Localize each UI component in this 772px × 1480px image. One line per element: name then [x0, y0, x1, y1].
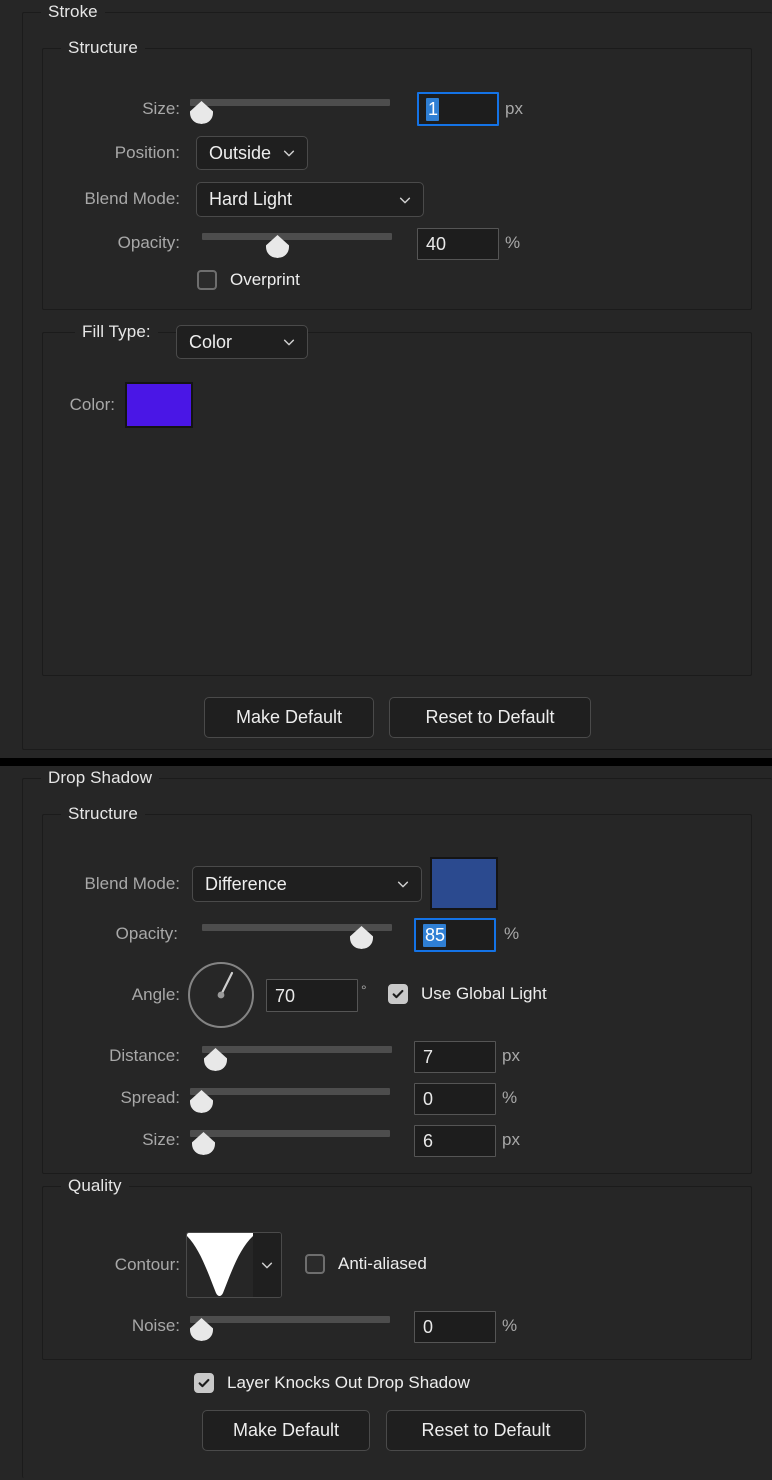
chevron-down-icon — [397, 192, 413, 208]
stroke-make-default-button[interactable]: Make Default — [204, 697, 374, 738]
ds-opacity-slider[interactable] — [202, 922, 392, 949]
stroke-opacity-input[interactable]: 40 — [417, 228, 499, 260]
stroke-opacity-unit: % — [505, 233, 521, 252]
ds-noise-value: 0 — [423, 1317, 434, 1337]
ds-angle-dial[interactable] — [188, 962, 254, 1028]
ds-opacity-value: 85 — [423, 923, 447, 947]
chevron-down-icon — [281, 334, 297, 350]
ds-distance-value: 7 — [423, 1047, 434, 1067]
stroke-size-label: Size: — [142, 99, 180, 118]
stroke-position-value: Outside — [209, 142, 272, 163]
slider-track — [202, 233, 392, 240]
fill-type-label: Fill Type: — [75, 322, 158, 342]
ds-spread-value: 0 — [423, 1089, 434, 1109]
stroke-blend-mode-label: Blend Mode: — [84, 189, 180, 208]
ds-spread-slider[interactable] — [190, 1086, 390, 1113]
ds-blend-mode-dropdown[interactable]: Difference — [192, 866, 422, 902]
slider-track — [190, 1130, 390, 1137]
stroke-position-label: Position: — [114, 143, 180, 162]
stroke-position-dropdown[interactable]: Outside — [196, 136, 308, 170]
ds-distance-unit: px — [502, 1046, 520, 1065]
ds-size-slider[interactable] — [190, 1128, 390, 1155]
ds-reset-to-default-button[interactable]: Reset to Default — [386, 1410, 586, 1451]
ds-shadow-color-swatch[interactable] — [430, 857, 498, 910]
ds-contour-label: Contour: — [114, 1255, 180, 1274]
overprint-checkbox-row[interactable]: Overprint — [197, 270, 300, 290]
stroke-opacity-value: 40 — [426, 234, 447, 254]
slider-track — [190, 1088, 390, 1095]
anti-aliased-label: Anti-aliased — [338, 1254, 427, 1273]
ds-distance-input[interactable]: 7 — [414, 1041, 496, 1073]
overprint-checkbox[interactable] — [197, 270, 217, 290]
ds-angle-label: Angle: — [131, 985, 180, 1004]
stroke-size-unit: px — [505, 99, 523, 118]
fill-color-swatch[interactable] — [125, 382, 193, 428]
stroke-opacity-slider[interactable] — [202, 231, 392, 258]
ds-noise-label: Noise: — [131, 1316, 180, 1335]
ds-blend-mode-value: Difference — [205, 873, 287, 894]
ds-size-label: Size: — [142, 1130, 180, 1149]
contour-dropdown-button[interactable] — [253, 1233, 281, 1297]
ds-angle-value: 70 — [275, 985, 296, 1006]
contour-preview — [187, 1233, 253, 1297]
ds-size-unit: px — [502, 1130, 520, 1149]
ds-blend-mode-label: Blend Mode: — [84, 874, 180, 893]
ds-opacity-input[interactable]: 85 — [414, 918, 496, 952]
stroke-group-title: Stroke — [41, 2, 105, 22]
ds-noise-unit: % — [502, 1316, 518, 1335]
ds-opacity-unit: % — [504, 924, 520, 943]
chevron-down-icon — [395, 876, 411, 892]
stroke-opacity-label: Opacity: — [117, 233, 180, 252]
drop-shadow-structure-title: Structure — [61, 804, 145, 824]
stroke-structure-title: Structure — [61, 38, 145, 58]
ds-make-default-button[interactable]: Make Default — [202, 1410, 370, 1451]
layer-knocks-out-row[interactable]: Layer Knocks Out Drop Shadow — [194, 1373, 470, 1393]
stroke-blend-mode-dropdown[interactable]: Hard Light — [196, 182, 424, 217]
stroke-structure-group: Structure — [42, 38, 752, 310]
ds-angle-input[interactable]: 70 — [266, 979, 358, 1012]
ds-noise-slider[interactable] — [190, 1314, 390, 1341]
ds-opacity-label: Opacity: — [115, 924, 178, 943]
ds-size-input[interactable]: 6 — [414, 1125, 496, 1157]
stroke-blend-mode-value: Hard Light — [209, 189, 293, 209]
overprint-label: Overprint — [230, 270, 300, 289]
ds-noise-input[interactable]: 0 — [414, 1311, 496, 1343]
use-global-light-row[interactable]: Use Global Light — [388, 984, 547, 1004]
ds-distance-label: Distance: — [109, 1046, 180, 1065]
ds-spread-label: Spread: — [120, 1088, 180, 1107]
fill-color-label: Color: — [69, 395, 115, 414]
ds-contour-picker[interactable] — [186, 1232, 282, 1298]
layer-style-panel: Stroke Structure Size: 1 px Position: Ou… — [0, 0, 772, 1480]
slider-track — [190, 99, 390, 106]
stroke-reset-to-default-button[interactable]: Reset to Default — [389, 697, 591, 738]
drop-shadow-group-title: Drop Shadow — [41, 768, 160, 788]
fill-type-value: Color — [189, 331, 233, 352]
quality-group-title: Quality — [61, 1176, 129, 1196]
ds-spread-input[interactable]: 0 — [414, 1083, 496, 1115]
anti-aliased-row[interactable]: Anti-aliased — [305, 1254, 427, 1274]
ds-spread-unit: % — [502, 1088, 518, 1107]
ds-angle-unit: ° — [361, 982, 367, 998]
slider-track — [190, 1316, 390, 1323]
slider-track — [202, 1046, 392, 1053]
stroke-size-slider[interactable] — [190, 97, 390, 124]
stroke-size-input[interactable]: 1 — [417, 92, 499, 126]
anti-aliased-checkbox[interactable] — [305, 1254, 325, 1274]
use-global-light-label: Use Global Light — [421, 984, 547, 1003]
stroke-size-value: 1 — [426, 97, 440, 121]
ds-distance-slider[interactable] — [202, 1044, 392, 1071]
fill-type-dropdown[interactable]: Color — [176, 325, 308, 359]
layer-knocks-out-checkbox[interactable] — [194, 1373, 214, 1393]
chevron-down-icon — [281, 145, 297, 161]
section-separator — [0, 758, 772, 766]
ds-size-value: 6 — [423, 1131, 434, 1151]
use-global-light-checkbox[interactable] — [388, 984, 408, 1004]
layer-knocks-out-label: Layer Knocks Out Drop Shadow — [227, 1373, 470, 1392]
